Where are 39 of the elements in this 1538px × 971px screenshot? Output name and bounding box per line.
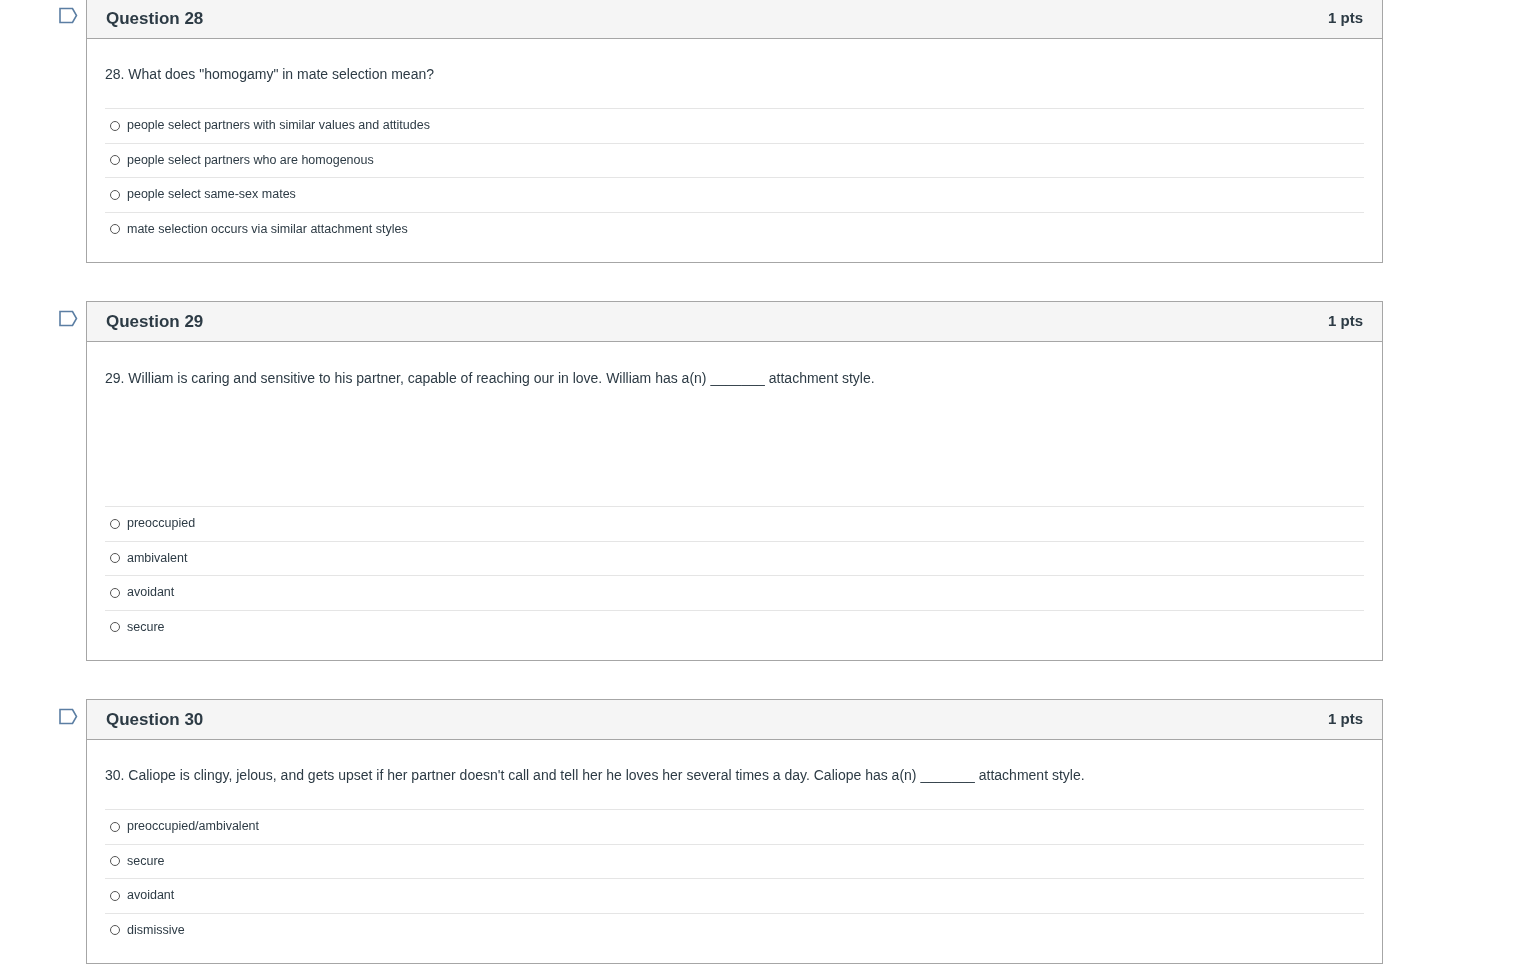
radio-button[interactable]	[110, 224, 120, 235]
radio-button[interactable]	[110, 856, 120, 867]
answer-option[interactable]: secure	[105, 843, 1364, 878]
answer-option[interactable]: secure	[105, 609, 1364, 644]
answer-option[interactable]: people select same-sex mates	[105, 177, 1364, 212]
flag-icon	[59, 310, 78, 327]
question-points: 1 pts	[1328, 8, 1363, 29]
radio-button[interactable]	[110, 925, 120, 936]
answer-option[interactable]: people select partners with similar values and attitudes	[105, 108, 1364, 143]
flag-icon	[59, 7, 78, 24]
flag-icon	[59, 708, 78, 725]
radio-button[interactable]	[110, 821, 120, 832]
question-title: Question 28	[106, 7, 204, 30]
answer-option[interactable]: preoccupied/ambivalent	[105, 809, 1364, 844]
flag-question-button[interactable]	[59, 708, 78, 725]
flag-question-button[interactable]	[59, 310, 78, 327]
flag-question-button[interactable]	[59, 7, 78, 24]
question-text: 29. William is caring and sensitive to his partner, capable of reaching our in love. William has a(n) _______ attachment style.	[105, 369, 876, 388]
radio-button[interactable]	[110, 587, 120, 598]
answer-option[interactable]: avoidant	[105, 575, 1364, 610]
question-points: 1 pts	[1328, 311, 1363, 332]
radio-button[interactable]	[110, 890, 120, 901]
question-title: Question 30	[106, 708, 204, 731]
question-text: 30. Caliope is clingy, jelous, and gets upset if her partner doesn't call and tell her he loves her several times a day. Caliope has a(n) _______ attachment style.	[105, 766, 1086, 785]
radio-button[interactable]	[110, 518, 120, 529]
answer-option[interactable]: preoccupied	[105, 506, 1364, 541]
radio-button[interactable]	[110, 622, 120, 633]
radio-button[interactable]	[110, 120, 120, 131]
answer-option[interactable]: ambivalent	[105, 540, 1364, 575]
question-text: 28. What does "homogamy" in mate selection mean?	[105, 65, 435, 84]
answer-option[interactable]: people select partners who are homogenous	[105, 142, 1364, 177]
radio-button[interactable]	[110, 155, 120, 166]
radio-button[interactable]	[110, 553, 120, 564]
answer-option[interactable]: dismissive	[105, 912, 1364, 947]
radio-button[interactable]	[110, 189, 120, 200]
question-points: 1 pts	[1328, 709, 1363, 730]
question-title: Question 29	[106, 310, 204, 333]
answer-option[interactable]: avoidant	[105, 878, 1364, 913]
answer-option[interactable]: mate selection occurs via similar attachment styles	[105, 211, 1364, 246]
